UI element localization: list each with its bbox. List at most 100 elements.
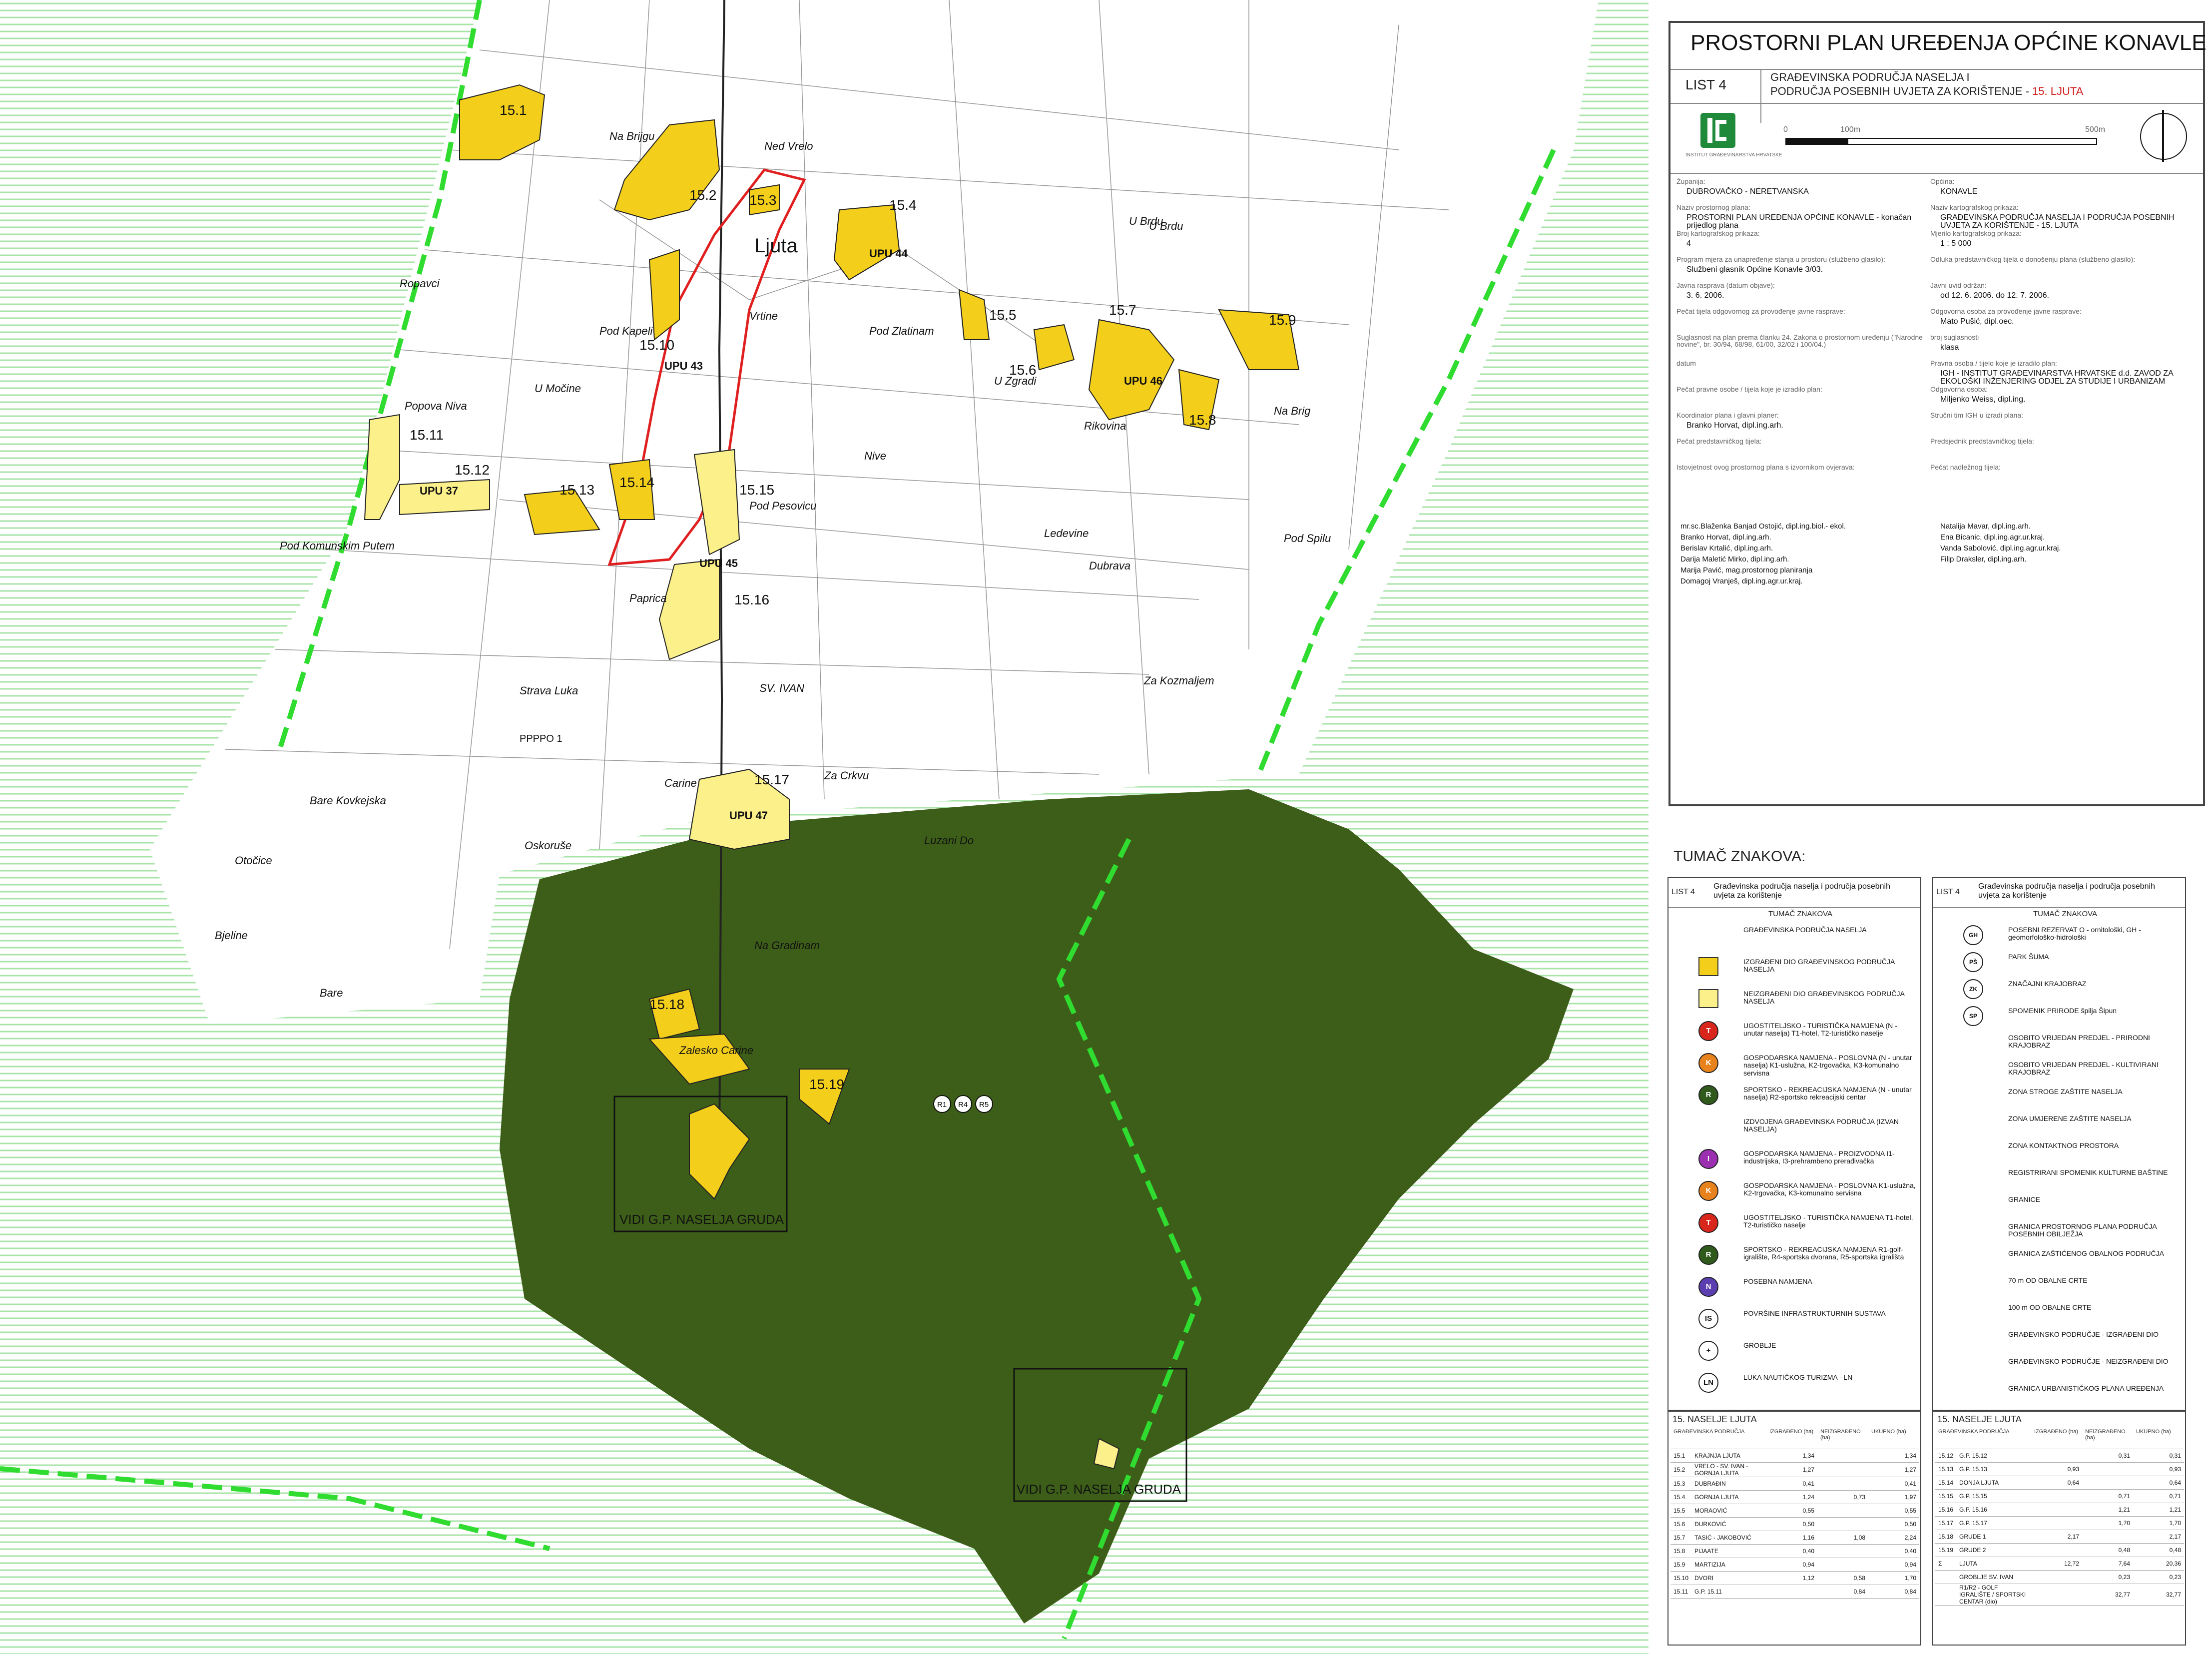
table-row: GROBLJE SV. IVAN 0,23 0,23 — [1935, 1570, 2184, 1584]
upu-label: UPU 44 — [869, 247, 908, 260]
table-cell: 0,93 — [2133, 1462, 2184, 1476]
table-cell: 15.1 — [1670, 1449, 1692, 1463]
map-canvas[interactable]: 15.115.2 15.3 15.415.515.615.715.815.915.1… — [0, 0, 1649, 1654]
table-cell: 12,72 — [2031, 1557, 2082, 1571]
table-cell: 0,55 — [1766, 1504, 1817, 1518]
table-cell: VRELO - SV. IVAN - GORNJA LJUTA — [1691, 1462, 1766, 1477]
table-cell: 0,58 — [1817, 1571, 1868, 1585]
table-cell — [1817, 1544, 1868, 1558]
legend-item-label: GRANICA ZAŠTIĆENOG OBALNOG PODRUČJA — [2008, 1249, 2164, 1257]
table-row: 15.8 PIJAATE 0,40 0,40 — [1670, 1544, 1919, 1558]
table-cell — [1817, 1477, 1868, 1491]
table-cell: TASIĆ - JAKOBOVIĆ — [1691, 1531, 1766, 1545]
place-name: U Močine — [535, 382, 581, 395]
table-row: 15.15 G.P. 15.15 0,71 0,71 — [1935, 1489, 2184, 1503]
zone-label-15-4: 15.4 — [889, 197, 917, 213]
legend-symbol: SP — [1963, 1006, 1983, 1026]
legend-right: LIST 4 Građevinska područja naselja i po… — [1932, 877, 2186, 1411]
zone-label-15-9: 15.9 — [1269, 312, 1296, 328]
table-cell: R1/R2 - GOLF IGRALIŠTE / SPORTSKI CENTAR… — [1956, 1584, 2031, 1606]
table-cell: MORAOVIĆ — [1691, 1504, 1766, 1518]
table-row: 15.19 GRUDE 2 0,48 0,48 — [1935, 1543, 2184, 1557]
table-cell: 15.12 — [1935, 1449, 1957, 1463]
legend-item-label: GOSPODARSKA NAMJENA - PROIZVODNA I1-indu… — [1743, 1149, 1895, 1165]
team-member: Branko Horvat, dipl.ing.arh. — [1680, 533, 1771, 542]
legend-item-label: IZDVOJENA GRAĐEVINSKA PODRUČJA (IZVAN NA… — [1743, 1117, 1899, 1133]
table-cell: 15.16 — [1935, 1503, 1957, 1517]
table-cell: DUBRAĐIN — [1691, 1477, 1766, 1491]
table-row: 15.14 DONJA LJUTA 0,64 0,64 — [1935, 1476, 2184, 1490]
place-name: Pod Komunskim Putem — [280, 540, 395, 552]
table-cell: 1,21 — [2133, 1503, 2184, 1517]
zone-label-15-12: 15.12 — [455, 462, 490, 478]
table-row: 15.17 G.P. 15.17 1,70 1,70 — [1935, 1516, 2184, 1530]
legend-item-label: IZGRAĐENI DIO GRAĐEVINSKOG PODRUČJA NASE… — [1743, 958, 1895, 974]
area-table: GRAĐEVINSKA PODRUČJA IZGRAĐENO (ha) NEIZGR… — [1935, 1429, 2184, 1606]
table-cell — [2031, 1516, 2082, 1530]
legend-symbol: GH — [1963, 925, 1983, 945]
place-name: Bare Kovkejska — [310, 794, 386, 807]
table-cell: 15.2 — [1670, 1462, 1692, 1477]
table-cell: 0,41 — [1868, 1477, 1919, 1491]
table-cell: PIJAATE — [1691, 1544, 1766, 1558]
legend-heading: TUMAČ ZNAKOVA: — [1673, 848, 1806, 865]
legend-item-label: ZONA STROGE ZAŠTITE NASELJA — [2008, 1088, 2123, 1096]
table-cell: 0,50 — [1868, 1517, 1919, 1531]
table-row: R1/R2 - GOLF IGRALIŠTE / SPORTSKI CENTAR… — [1935, 1584, 2184, 1606]
plan-title: PROSTORNI PLAN UREĐENJA OPĆINE KONAVLE — [1690, 30, 2207, 55]
table-cell: 1,34 — [1868, 1449, 1919, 1463]
table-row: 15.9 MARTIZIJA 0,94 0,94 — [1670, 1558, 1919, 1572]
legend-symbol: LN — [1698, 1373, 1718, 1393]
zone-label-15-10: 15.10 — [639, 337, 674, 353]
field-label: Istovjetnost ovog prostornog plana s izv… — [1676, 463, 1855, 471]
table-cell: G.P. 15.16 — [1956, 1503, 2031, 1517]
legend-item-label: GRAĐEVINSKA PODRUČJA NASELJA — [1743, 926, 1867, 934]
upu-label: UPU 43 — [664, 360, 703, 372]
table-cell: KRAJNJA LJUTA — [1691, 1449, 1766, 1463]
field-label: Pečat tijela odgovornog za provođenje ja… — [1676, 307, 1845, 315]
legend-item-label: GRAĐEVINSKO PODRUČJE - IZGRAĐENI DIO — [2008, 1330, 2159, 1338]
table-cell: 0,55 — [1868, 1504, 1919, 1518]
field-value: Miljenko Weiss, dipl.ing. — [1940, 395, 2026, 404]
field-value: IGH - INSTITUT GRAĐEVINARSTVA HRVATSKE d… — [1940, 369, 2173, 386]
table-cell — [1935, 1570, 1957, 1584]
table-cell: 0,64 — [2133, 1476, 2184, 1490]
zone-label-15-3: 15.3 — [749, 192, 777, 208]
area-table-right: 15. NASELJE LJUTA GRAĐEVINSKA PODRUČJA IZ… — [1932, 1411, 2186, 1646]
place-name: Nive — [864, 450, 886, 462]
legend-item-label: SPORTSKO - REKREACIJSKA NAMJENA R1-golf-… — [1743, 1245, 1904, 1261]
title-block: PROSTORNI PLAN UREĐENJA OPĆINE KONAVLE L… — [1668, 21, 2207, 806]
field-label: broj suglasnosti — [1930, 333, 1979, 341]
table-cell: 1,16 — [1766, 1531, 1817, 1545]
table-cell: 15.10 — [1670, 1571, 1692, 1585]
place-name: Luzani Do — [924, 834, 974, 847]
table-header: UKUPNO (ha) — [1868, 1429, 1919, 1449]
field-label: Koordinator plana i glavni planer: — [1676, 411, 1779, 419]
table-cell: 32,77 — [2082, 1584, 2133, 1606]
table-cell — [2031, 1489, 2082, 1503]
place-name: Ledevine — [1044, 527, 1089, 540]
table-cell — [2031, 1503, 2082, 1517]
legend-item-label: 100 m OD OBALNE CRTE — [2008, 1303, 2092, 1311]
table-cell — [1935, 1584, 1957, 1606]
igh-logo — [1700, 113, 1735, 148]
legend-left-title: Građevinska područja naselja i područja … — [1713, 882, 1890, 900]
table-cell: GROBLJE SV. IVAN — [1956, 1570, 2031, 1584]
place-name: Pod Zlatinam — [869, 325, 934, 337]
table-row: 15.16 G.P. 15.16 1,21 1,21 — [1935, 1503, 2184, 1517]
table-cell — [1817, 1504, 1868, 1518]
table-cell: GORNJA LJUTA — [1691, 1490, 1766, 1504]
field-label: Suglasnost na plan prema članku 24. Zako… — [1676, 333, 1923, 348]
place-name: Za Kozmaljem — [1143, 674, 1214, 687]
legend-item-label: REGISTRIRANI SPOMENIK KULTURNE BAŠTINE — [2008, 1168, 2168, 1176]
legend-item-label: ZONA KONTAKTNOG PROSTORA — [2008, 1141, 2119, 1149]
place-name: Ropavci — [400, 277, 440, 290]
field-label: Predsjednik predstavničkog tijela: — [1930, 437, 2034, 445]
table-header: NEIZGRAĐENO (ha) — [1817, 1429, 1868, 1449]
legend-item-label: OSOBITO VRIJEDAN PREDJEL - PRIRODNI KRAJ… — [2008, 1034, 2150, 1050]
table-cell: 15.19 — [1935, 1543, 1957, 1557]
sport-symbol-r1: R1 — [933, 1095, 951, 1113]
legend-item-label: POVRŠINE INFRASTRUKTURNIH SUSTAVA — [1743, 1309, 1886, 1317]
table-header: GRAĐEVINSKA PODRUČJA — [1670, 1429, 1766, 1449]
table-cell: 0,40 — [1868, 1544, 1919, 1558]
